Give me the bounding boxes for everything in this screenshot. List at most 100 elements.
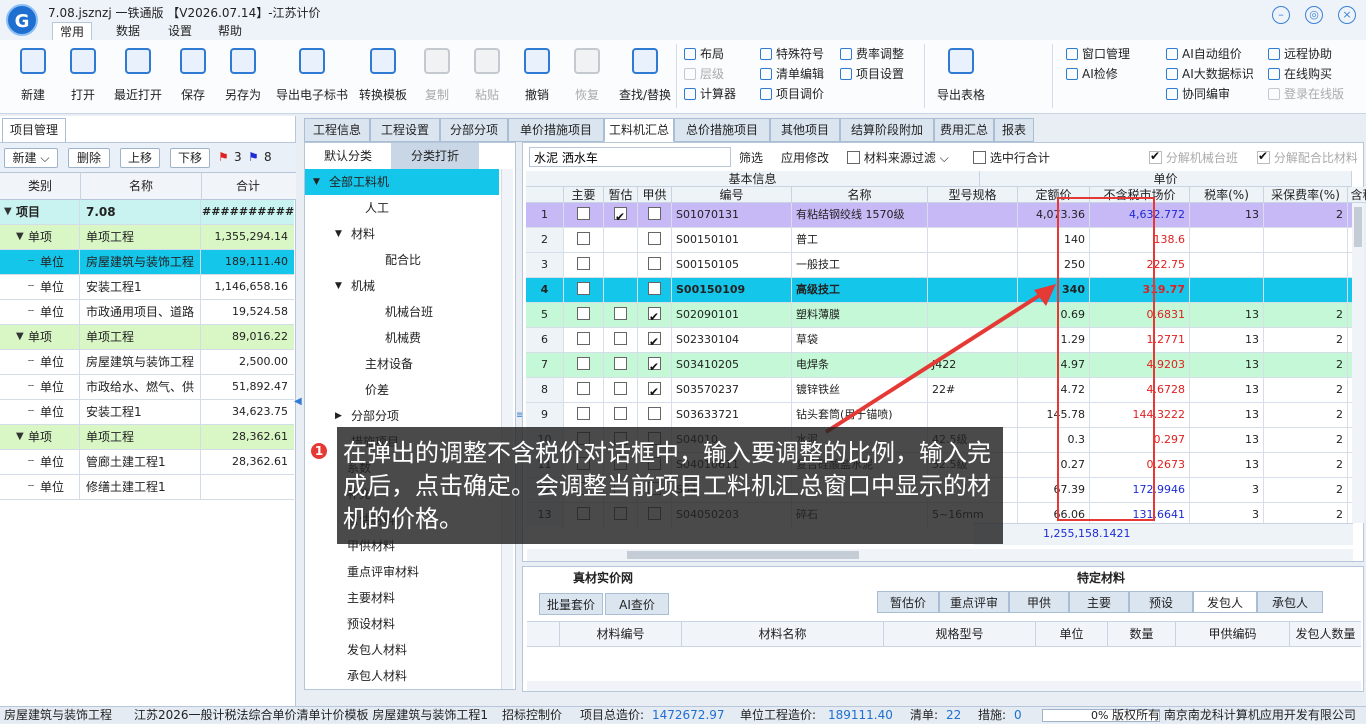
grid-horizontal-scrollbar[interactable]: [527, 549, 1353, 561]
project-adjust-button[interactable]: 项目调价: [760, 84, 824, 104]
tab-7[interactable]: 结算阶段附加: [840, 118, 934, 142]
project-tree-row[interactable]: ┄ 单位 市政给水、燃气、供 51,892.47: [0, 375, 294, 400]
tree-node[interactable]: 主要材料: [305, 585, 499, 611]
copy-button[interactable]: 复制: [412, 46, 462, 108]
detail-col-header-3[interactable]: 单位: [1035, 622, 1107, 646]
login-online-button[interactable]: 登录在线版: [1268, 84, 1344, 104]
split-mix-checkbox[interactable]: [1257, 149, 1270, 164]
detail-col-header-2[interactable]: 规格型号: [883, 622, 1035, 646]
tree-node[interactable]: 人工: [305, 195, 499, 221]
col-header-2[interactable]: 甲供: [638, 187, 672, 203]
export-bid-button[interactable]: 导出电子标书: [272, 46, 352, 108]
main-material-checkbox[interactable]: [577, 332, 590, 345]
level-button[interactable]: 层级: [684, 64, 724, 84]
tree-node[interactable]: ▼ 全部工料机: [305, 169, 499, 195]
project-tree-row[interactable]: ▼ 单项 单项工程 28,362.61: [0, 425, 294, 450]
col-header-9[interactable]: 采保费率(%): [1264, 187, 1348, 203]
select-row-total-toggle[interactable]: 选中行合计: [973, 149, 1050, 166]
menu-tab-3[interactable]: 帮助: [212, 22, 248, 40]
provisional-checkbox[interactable]: [614, 307, 627, 320]
tree-node[interactable]: 重点评审材料: [305, 559, 499, 585]
detail-col-header-0[interactable]: 材料编号: [559, 622, 681, 646]
new-dropdown-button[interactable]: 新建 ⌵: [4, 148, 58, 168]
move-up-button[interactable]: 上移: [120, 148, 160, 168]
restore-icon[interactable]: ◎: [1305, 6, 1323, 24]
open-button[interactable]: 打开: [58, 46, 108, 108]
blue-flag-icon[interactable]: ⚑: [248, 150, 259, 164]
filter-button[interactable]: 筛选: [739, 149, 763, 166]
paste-button[interactable]: 粘贴: [462, 46, 512, 108]
calculator-button[interactable]: 计算器: [684, 84, 736, 104]
tree-node[interactable]: ▼ 机械: [305, 273, 499, 299]
col-header-5[interactable]: 型号规格: [928, 187, 1018, 203]
tree-node[interactable]: 主材设备: [305, 351, 499, 377]
col-total-header[interactable]: 合计: [202, 173, 294, 200]
new-button[interactable]: 新建: [8, 46, 58, 108]
ai-price-button[interactable]: AI查价: [605, 593, 669, 615]
layout-button[interactable]: 布局: [684, 44, 724, 64]
window-manage-button[interactable]: 窗口管理: [1066, 44, 1130, 64]
expand-arrow-icon[interactable]: ▼: [4, 200, 12, 224]
owner-supplied-checkbox[interactable]: [648, 282, 661, 295]
export-table-button[interactable]: 导出表格: [934, 46, 988, 108]
col-header-8[interactable]: 税率(%): [1190, 187, 1264, 203]
main-material-checkbox[interactable]: [577, 382, 590, 395]
tree-node[interactable]: 发包人材料: [305, 637, 499, 663]
convert-template-button[interactable]: 转换模板: [354, 46, 412, 108]
main-material-checkbox[interactable]: [577, 232, 590, 245]
save-button[interactable]: 保存: [168, 46, 218, 108]
main-material-checkbox[interactable]: [577, 282, 590, 295]
split-mix-toggle[interactable]: 分解配合比材料: [1257, 149, 1358, 166]
special-symbol-button[interactable]: 特殊符号: [760, 44, 824, 64]
source-filter-toggle[interactable]: 材料来源过滤 ⌵: [847, 149, 949, 166]
provisional-checkbox[interactable]: [614, 382, 627, 395]
tab-default-category[interactable]: 默认分类: [305, 143, 391, 169]
main-material-checkbox[interactable]: [577, 307, 590, 320]
provisional-checkbox[interactable]: [614, 205, 627, 227]
list-edit-button[interactable]: 清单编辑: [760, 64, 824, 84]
main-material-checkbox[interactable]: [577, 257, 590, 270]
tree-node[interactable]: 承包人材料: [305, 663, 499, 689]
owner-supplied-checkbox[interactable]: [648, 305, 661, 327]
tab-5[interactable]: 总价措施项目: [674, 118, 770, 142]
project-settings-button[interactable]: 项目设置: [840, 64, 904, 84]
tab-6[interactable]: 其他项目: [770, 118, 840, 142]
find-replace-button[interactable]: 查找/替换: [614, 46, 676, 108]
red-flag-icon[interactable]: ⚑: [218, 150, 229, 164]
project-tree-row[interactable]: ┄ 单位 房屋建筑与装饰工程 189,111.40: [0, 250, 294, 275]
main-material-checkbox[interactable]: [577, 207, 590, 220]
save-as-button[interactable]: 另存为: [218, 46, 268, 108]
expand-arrow-icon[interactable]: ▼: [335, 221, 342, 247]
detail-horizontal-scrollbar[interactable]: [527, 681, 1361, 691]
detail-col-header-4[interactable]: 数量: [1107, 622, 1175, 646]
project-tree-row[interactable]: ┄ 单位 房屋建筑与装饰工程 2,500.00: [0, 350, 294, 375]
expand-arrow-icon[interactable]: ▼: [16, 425, 24, 449]
tree-node[interactable]: ▶ 分部分项: [305, 403, 499, 429]
col-header-1[interactable]: 暂估: [604, 187, 638, 203]
col-header-10[interactable]: 含税市: [1348, 187, 1366, 203]
close-icon[interactable]: ×: [1338, 6, 1356, 24]
tab-category-discount[interactable]: 分类打折: [391, 143, 479, 169]
tree-node[interactable]: 预设材料: [305, 611, 499, 637]
tree-node[interactable]: ▼ 材料: [305, 221, 499, 247]
expand-arrow-icon[interactable]: ▼: [313, 169, 320, 195]
specific-tab-5[interactable]: 发包人: [1193, 591, 1257, 613]
tab-2[interactable]: 分部分项: [440, 118, 508, 142]
collapse-arrow-icon[interactable]: ▶: [335, 403, 342, 429]
co-review-button[interactable]: 协同编审: [1166, 84, 1230, 104]
batch-price-button[interactable]: 批量套价: [539, 593, 603, 615]
project-tree-row[interactable]: ▼ 项目 7.08 ###########: [0, 200, 294, 225]
detail-col-header-6[interactable]: 发包人数量: [1289, 622, 1361, 646]
remote-assist-button[interactable]: 远程协助: [1268, 44, 1332, 64]
owner-supplied-checkbox[interactable]: [648, 380, 661, 402]
source-filter-checkbox[interactable]: [847, 151, 860, 164]
online-buy-button[interactable]: 在线购买: [1268, 64, 1332, 84]
move-down-button[interactable]: 下移: [170, 148, 210, 168]
split-mech-checkbox[interactable]: [1149, 149, 1162, 164]
main-material-checkbox[interactable]: [577, 357, 590, 370]
grid-row[interactable]: 1S01070131有粘结钢绞线 1570级4,073.364,632.7721…: [526, 203, 1352, 228]
rate-adjust-button[interactable]: 费率调整: [840, 44, 904, 64]
provisional-checkbox[interactable]: [614, 357, 627, 370]
project-tree-row[interactable]: ┄ 单位 管廊土建工程1 28,362.61: [0, 450, 294, 475]
menu-tab-1[interactable]: 数据: [110, 22, 146, 40]
